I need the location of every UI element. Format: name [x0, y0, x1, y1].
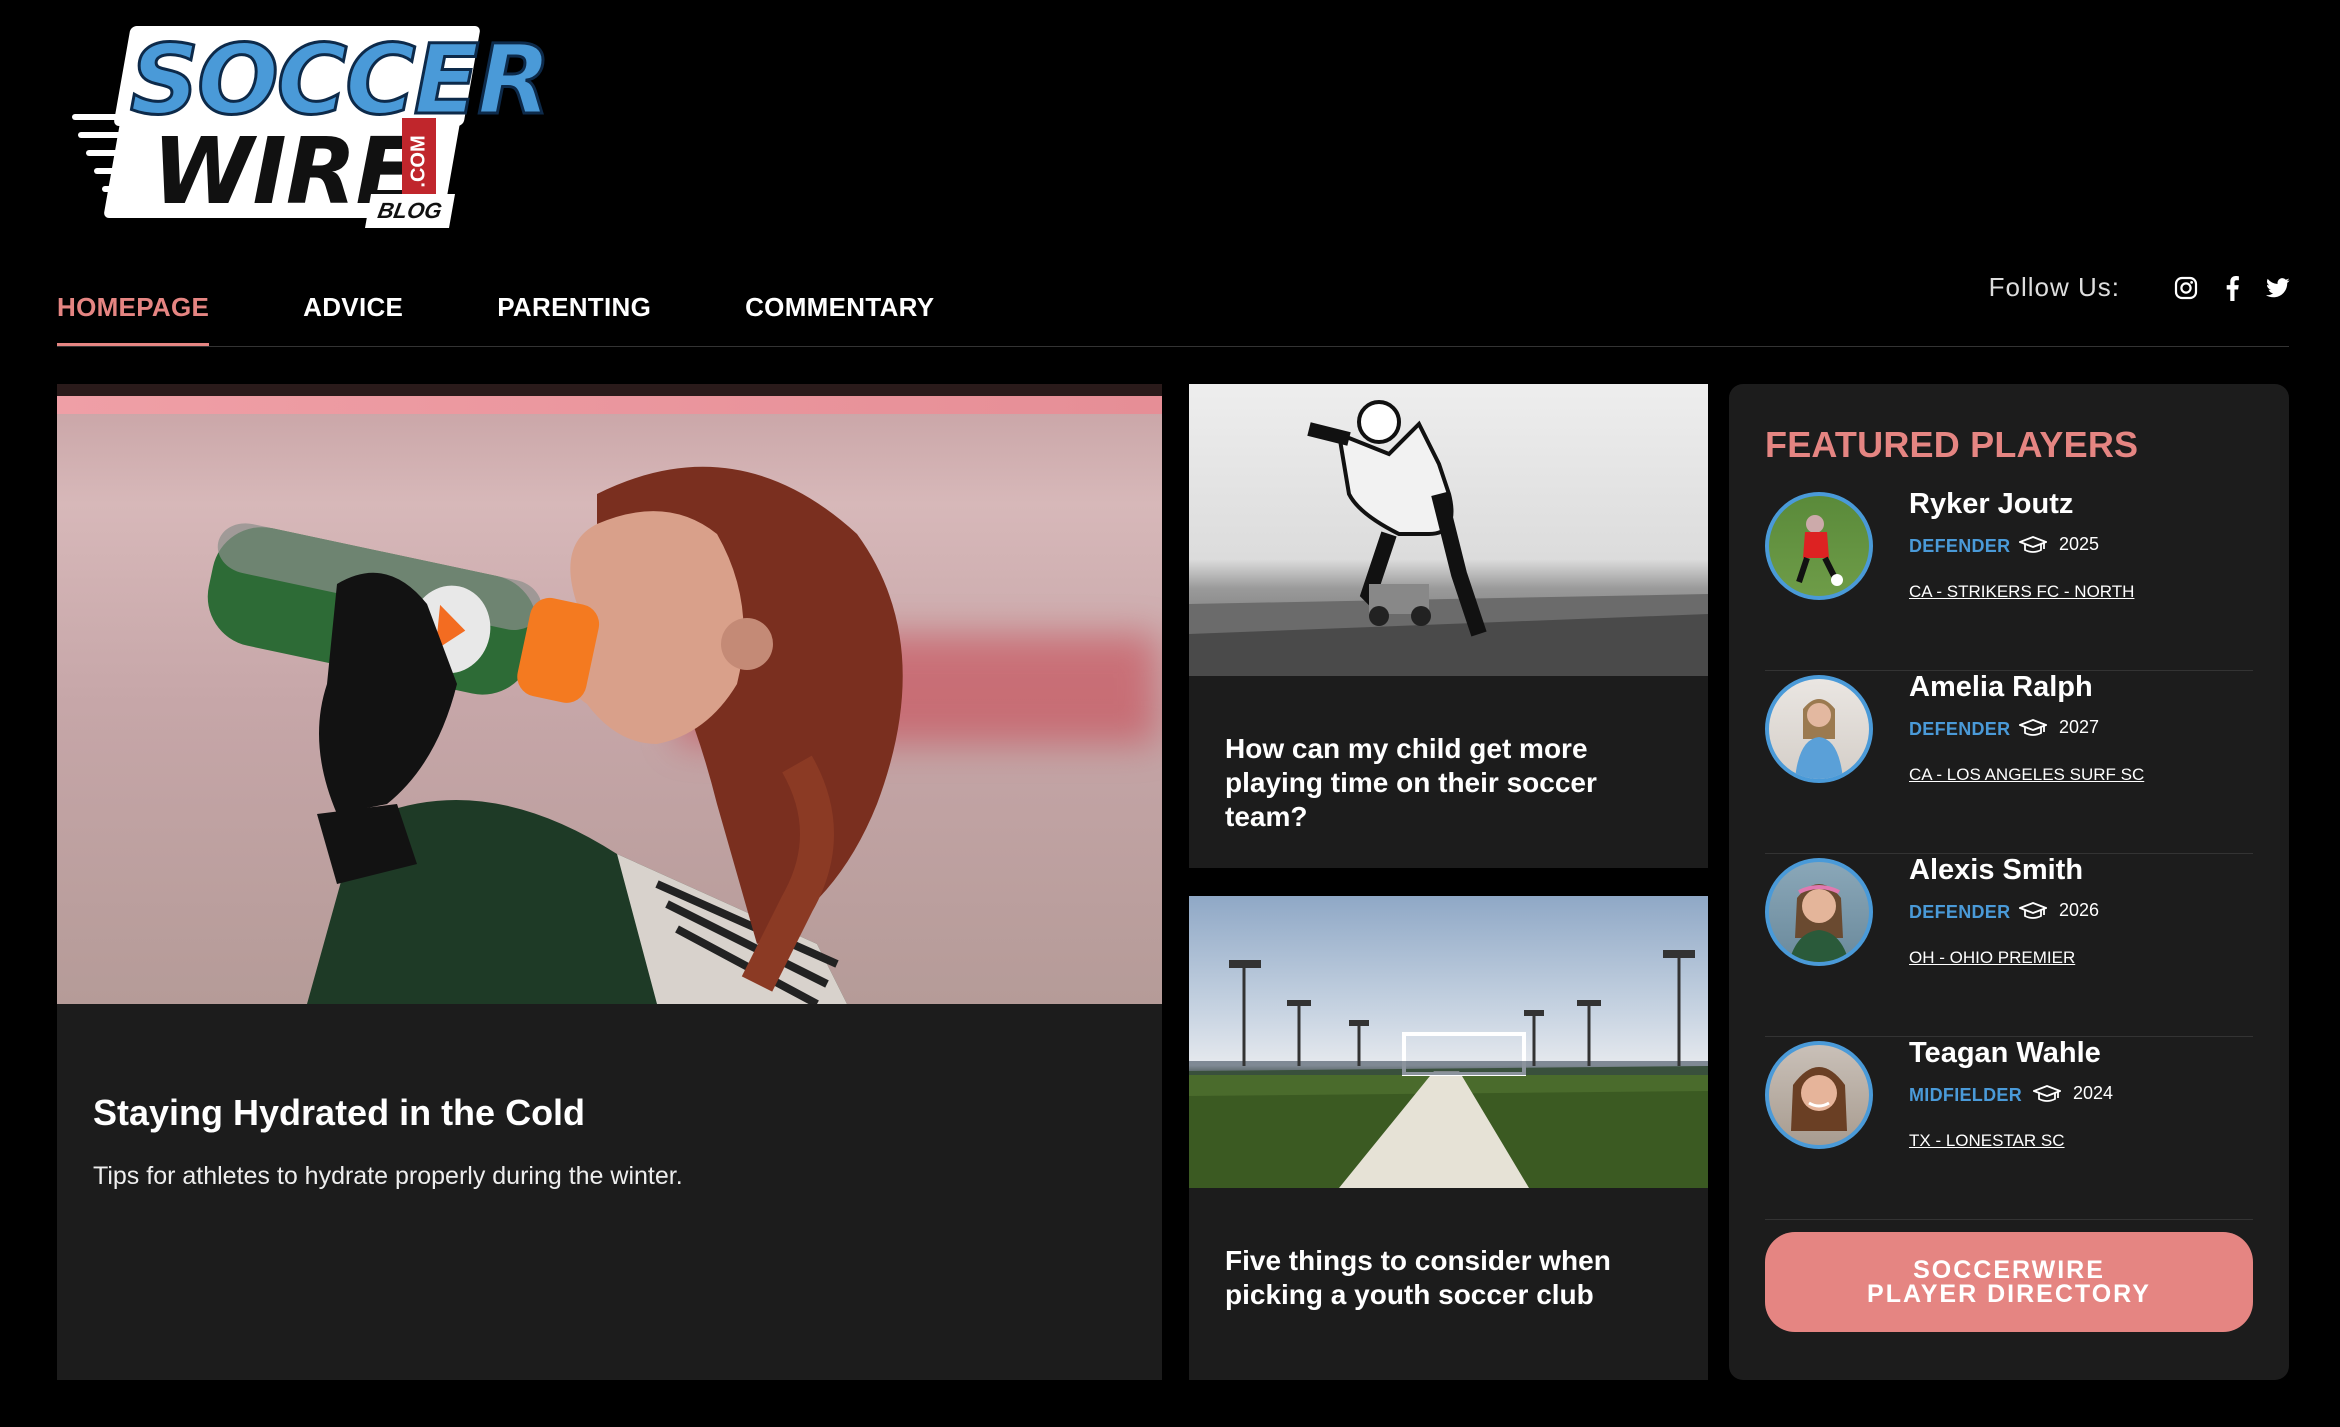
- player-name[interactable]: Alexis Smith: [1909, 854, 2083, 887]
- nav-item-commentary[interactable]: COMMENTARY: [745, 280, 934, 346]
- player-card[interactable]: Teagan Wahle MIDFIELDER 2024 TX - LONEST…: [1765, 1037, 2253, 1220]
- player-position: DEFENDER: [1909, 902, 2011, 922]
- player-grad-year: 2024: [2033, 1083, 2113, 1104]
- player-photo: [1789, 884, 1849, 962]
- player-grad-year: 2026: [2019, 900, 2099, 921]
- graduation-cap-icon: [2033, 1084, 2061, 1102]
- logo-blog-badge: BLOG: [365, 194, 455, 228]
- side-article-title[interactable]: Five things to consider when picking a y…: [1225, 1244, 1685, 1312]
- featured-players-panel: FEATURED PLAYERS Ryker Joutz DEFENDER 20…: [1729, 384, 2289, 1380]
- follow-us: Follow Us:: [1989, 272, 2292, 303]
- main-article-image[interactable]: [57, 384, 1162, 1004]
- player-name[interactable]: Teagan Wahle: [1909, 1037, 2101, 1070]
- player-position: DEFENDER: [1909, 536, 2011, 556]
- logo-soccer-text: SOCCER: [128, 24, 552, 136]
- main-article-card[interactable]: Staying Hydrated in the Cold Tips for at…: [57, 384, 1162, 1380]
- player-name[interactable]: Amelia Ralph: [1909, 671, 2093, 704]
- player-grad-year: 2025: [2019, 534, 2099, 555]
- main-article-title[interactable]: Staying Hydrated in the Cold: [93, 1092, 585, 1134]
- player-avatar[interactable]: [1765, 1041, 1873, 1149]
- main-nav: HOMEPAGE ADVICE PARENTING COMMENTARY: [57, 280, 1028, 346]
- player-card[interactable]: Alexis Smith DEFENDER 2026 OH - OHIO PRE…: [1765, 854, 2253, 1037]
- player-name[interactable]: Ryker Joutz: [1909, 488, 2073, 521]
- player-year: 2026: [2059, 900, 2100, 920]
- logo-com-badge: .COM: [402, 118, 436, 204]
- nav-divider: [57, 346, 2289, 347]
- featured-players-title: FEATURED PLAYERS: [1765, 424, 2139, 465]
- side-article-card[interactable]: Five things to consider when picking a y…: [1189, 896, 1708, 1380]
- side-article-image[interactable]: [1189, 384, 1708, 676]
- player-card[interactable]: Amelia Ralph DEFENDER 2027 CA - LOS ANGE…: [1765, 671, 2253, 854]
- player-club-link[interactable]: OH - OHIO PREMIER: [1909, 948, 2075, 968]
- graduation-cap-icon: [2019, 718, 2047, 736]
- soccer-player-photo: [1189, 400, 1708, 676]
- player-year: 2024: [2073, 1083, 2114, 1103]
- player-avatar[interactable]: [1765, 675, 1873, 783]
- nav-item-advice[interactable]: ADVICE: [303, 280, 403, 346]
- player-position: DEFENDER: [1909, 719, 2011, 739]
- side-article-card[interactable]: How can my child get more playing time o…: [1189, 384, 1708, 868]
- player-photo: [1796, 515, 1843, 586]
- side-article-image[interactable]: [1189, 896, 1708, 1188]
- player-club-link[interactable]: TX - LONESTAR SC: [1909, 1131, 2065, 1151]
- twitter-icon[interactable]: [2264, 274, 2292, 302]
- athlete-drinking-illustration: [207, 466, 903, 1004]
- player-avatar[interactable]: [1765, 492, 1873, 600]
- follow-label: Follow Us:: [1988, 272, 2120, 302]
- instagram-icon[interactable]: [2172, 274, 2200, 302]
- player-club-link[interactable]: CA - STRIKERS FC - NORTH: [1909, 582, 2134, 602]
- player-directory-button[interactable]: SOCCERWIRE PLAYER DIRECTORY: [1765, 1232, 2253, 1332]
- player-club-link[interactable]: CA - LOS ANGELES SURF SC: [1909, 765, 2144, 785]
- site-logo[interactable]: SOCCER WIRE .COM BLOG: [72, 26, 553, 231]
- player-card[interactable]: Ryker Joutz DEFENDER 2025 CA - STRIKERS …: [1765, 488, 2253, 671]
- player-grad-year: 2027: [2019, 717, 2099, 738]
- player-position: MIDFIELDER: [1909, 1085, 2022, 1105]
- player-photo: [1795, 699, 1843, 779]
- graduation-cap-icon: [2019, 535, 2047, 553]
- logo-com-text: .COM: [407, 134, 430, 188]
- nav-item-homepage[interactable]: HOMEPAGE: [57, 280, 210, 346]
- player-avatar[interactable]: [1765, 858, 1873, 966]
- main-article-description: Tips for athletes to hydrate properly du…: [93, 1162, 683, 1190]
- graduation-cap-icon: [2019, 901, 2047, 919]
- side-article-title[interactable]: How can my child get more playing time o…: [1225, 732, 1685, 834]
- nav-item-parenting[interactable]: PARENTING: [497, 280, 651, 346]
- soccer-field-photo: [1189, 950, 1708, 1188]
- facebook-icon[interactable]: [2218, 274, 2246, 302]
- player-year: 2027: [2059, 717, 2100, 737]
- player-year: 2025: [2059, 534, 2100, 554]
- player-photo: [1791, 1067, 1847, 1131]
